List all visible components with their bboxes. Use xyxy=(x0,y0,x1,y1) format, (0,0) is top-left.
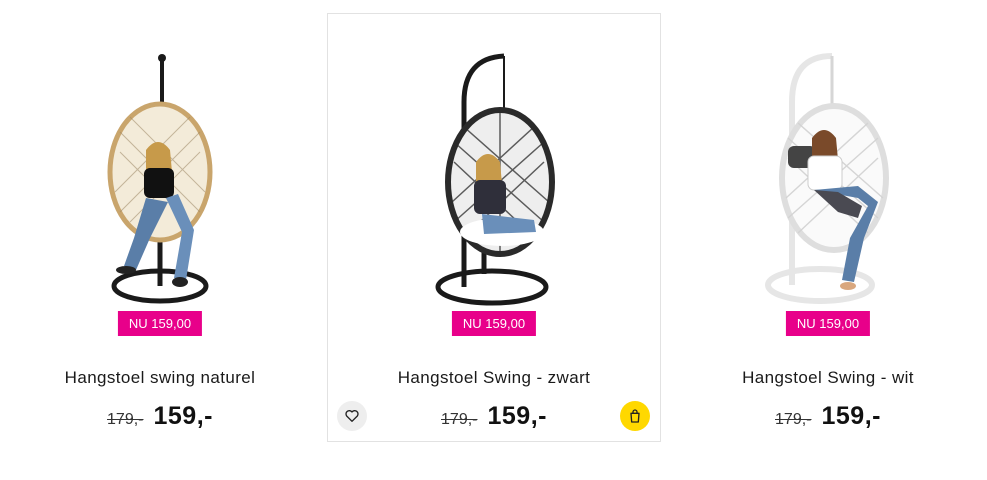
product-card-wit[interactable]: NU 159,00 Hangstoel Swing - wit 179,- 15… xyxy=(661,13,987,442)
product-image-wit[interactable] xyxy=(662,42,987,307)
old-price: 179,- xyxy=(441,411,478,428)
product-card-zwart[interactable]: NU 159,00 Hangstoel Swing - zwart 179,- … xyxy=(327,13,661,442)
new-price: 159,- xyxy=(487,402,547,430)
discount-badge: NU 159,00 xyxy=(117,311,203,336)
discount-badge: NU 159,00 xyxy=(451,311,537,336)
product-card-naturel[interactable]: NU 159,00 Hangstoel swing naturel 179,- … xyxy=(0,13,327,442)
price-row: 179,- 159,- xyxy=(328,402,660,431)
product-image-naturel[interactable] xyxy=(0,42,326,307)
product-title[interactable]: Hangstoel Swing - wit xyxy=(662,368,987,388)
old-price: 179,- xyxy=(775,411,812,428)
add-to-cart-button[interactable] xyxy=(620,401,650,431)
shopping-bag-icon xyxy=(630,409,640,423)
product-image-zwart[interactable] xyxy=(328,42,660,307)
new-price: 159,- xyxy=(153,402,213,430)
product-title[interactable]: Hangstoel Swing - zwart xyxy=(328,368,660,388)
product-title[interactable]: Hangstoel swing naturel xyxy=(0,368,326,388)
price-row: 179,- 159,- xyxy=(0,402,326,431)
discount-badge: NU 159,00 xyxy=(785,311,871,336)
new-price: 159,- xyxy=(821,402,881,430)
price-row: 179,- 159,- xyxy=(662,402,987,431)
old-price: 179,- xyxy=(107,411,144,428)
